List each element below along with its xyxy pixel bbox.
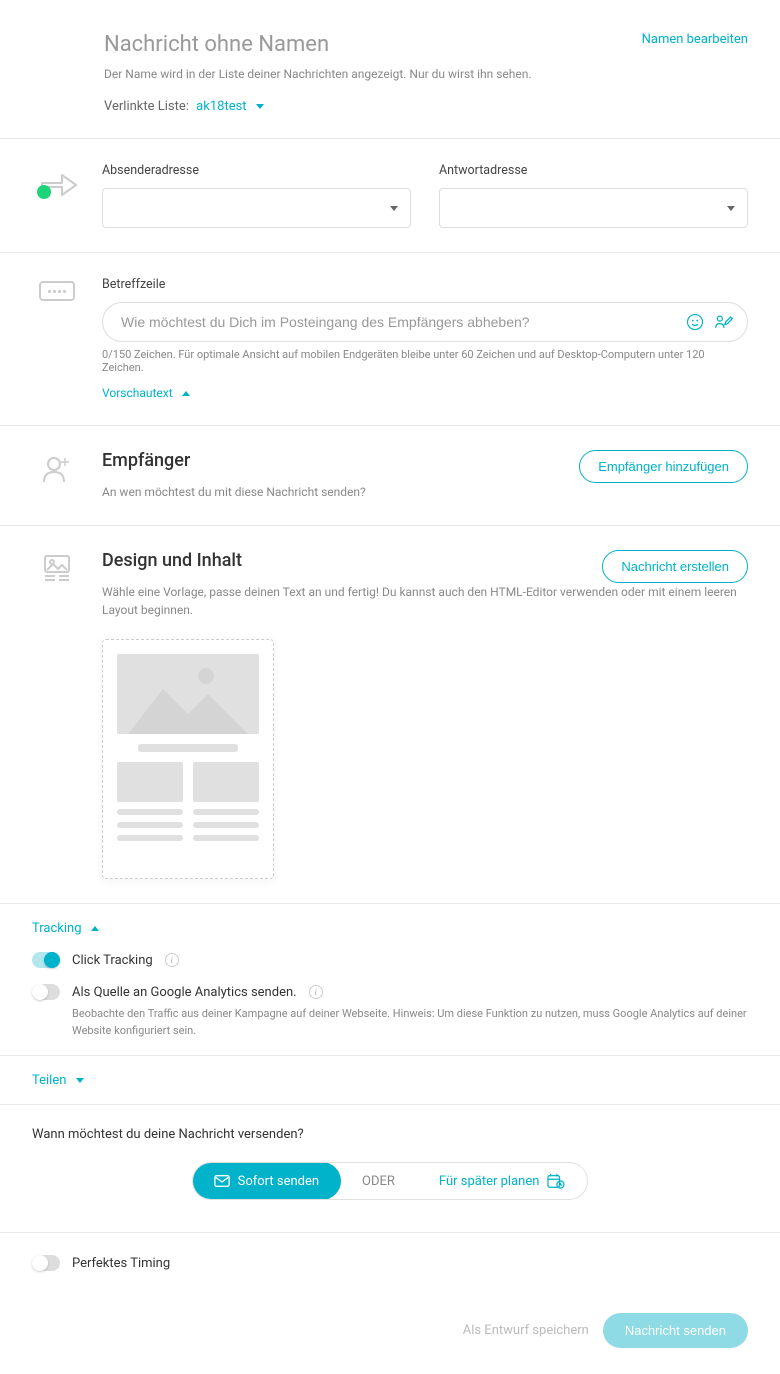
- send-arrow-icon: [34, 167, 80, 199]
- click-tracking-toggle[interactable]: [32, 952, 60, 968]
- subject-hint: 0/150 Zeichen. Für optimale Ansicht auf …: [102, 348, 748, 374]
- page-title: Nachricht ohne Namen: [104, 32, 329, 57]
- ga-label: Als Quelle an Google Analytics senden.: [72, 985, 297, 1000]
- share-section: Teilen: [0, 1056, 780, 1105]
- send-or-divider: ODER: [340, 1163, 417, 1199]
- edit-name-link[interactable]: Namen bearbeiten: [642, 32, 748, 47]
- subject-input[interactable]: [102, 302, 748, 342]
- footer-actions: Als Entwurf speichern Nachricht senden: [0, 1293, 780, 1368]
- design-desc: Wähle eine Vorlage, passe deinen Text an…: [102, 583, 748, 619]
- chevron-down-icon: [727, 206, 735, 211]
- keyboard-icon: [39, 281, 75, 301]
- share-toggle-header[interactable]: Teilen: [32, 1073, 84, 1088]
- ga-desc: Beobachte den Traffic aus deiner Kampagn…: [72, 1006, 748, 1039]
- image-layout-icon: [43, 554, 71, 582]
- info-icon[interactable]: i: [165, 953, 179, 967]
- info-icon[interactable]: i: [309, 985, 323, 999]
- sender-select[interactable]: [102, 188, 411, 228]
- create-message-button[interactable]: Nachricht erstellen: [602, 550, 748, 583]
- design-section: Design und Inhalt Nachricht erstellen Wä…: [0, 526, 780, 904]
- click-tracking-label: Click Tracking: [72, 953, 153, 968]
- perfect-timing-section: Perfektes Timing: [0, 1232, 780, 1293]
- emoji-icon[interactable]: [686, 313, 704, 331]
- calendar-clock-icon: [547, 1173, 565, 1189]
- mail-icon: [214, 1174, 230, 1188]
- template-thumbnail[interactable]: [102, 639, 274, 879]
- linked-list-row: Verlinkte Liste: ak18test: [104, 99, 748, 114]
- schedule-later-option[interactable]: Für später planen: [417, 1163, 587, 1199]
- send-now-option[interactable]: Sofort senden: [192, 1162, 341, 1200]
- header-section: Nachricht ohne Namen Namen bearbeiten De…: [0, 0, 780, 139]
- perfect-timing-label: Perfektes Timing: [72, 1256, 170, 1271]
- thumbnail-image-placeholder: [117, 654, 259, 734]
- tracking-section: Tracking Click Tracking i Als Quelle an …: [0, 904, 780, 1056]
- recipients-section: Empfänger Empfänger hinzufügen An wen mö…: [0, 426, 780, 526]
- design-title: Design und Inhalt: [102, 550, 242, 571]
- save-draft-button[interactable]: Als Entwurf speichern: [463, 1323, 589, 1338]
- subject-label: Betreffzeile: [102, 277, 748, 292]
- send-toggle-group: Sofort senden ODER Für später planen: [192, 1162, 589, 1200]
- subject-section: Betreffzeile 0/150 Zeichen. Für optimale…: [0, 253, 780, 426]
- chevron-up-icon: [182, 391, 190, 396]
- send-message-button[interactable]: Nachricht senden: [603, 1313, 748, 1348]
- linked-list-dropdown[interactable]: ak18test: [196, 99, 264, 114]
- reply-select[interactable]: [439, 188, 748, 228]
- linked-list-label: Verlinkte Liste:: [104, 99, 189, 114]
- add-recipients-button[interactable]: Empfänger hinzufügen: [579, 450, 748, 483]
- recipients-title: Empfänger: [102, 450, 190, 471]
- chevron-up-icon: [91, 926, 99, 931]
- header-desc: Der Name wird in der Liste deiner Nachri…: [104, 65, 748, 83]
- add-user-icon: [41, 454, 73, 484]
- personalize-icon[interactable]: [714, 313, 734, 331]
- ga-toggle[interactable]: [32, 984, 60, 1000]
- recipients-desc: An wen möchtest du mit diese Nachricht s…: [102, 483, 748, 501]
- addresses-section: Absenderadresse Antwortadresse: [0, 139, 780, 253]
- sender-label: Absenderadresse: [102, 163, 411, 178]
- tracking-toggle-header[interactable]: Tracking: [32, 921, 99, 936]
- chevron-down-icon: [390, 206, 398, 211]
- preview-text-link[interactable]: Vorschautext: [102, 386, 190, 400]
- chevron-down-icon: [256, 104, 264, 109]
- chevron-down-icon: [76, 1078, 84, 1083]
- send-timing-section: Wann möchtest du deine Nachricht versend…: [0, 1105, 780, 1232]
- perfect-timing-toggle[interactable]: [32, 1255, 60, 1271]
- send-question: Wann möchtest du deine Nachricht versend…: [32, 1127, 748, 1142]
- reply-label: Antwortadresse: [439, 163, 748, 178]
